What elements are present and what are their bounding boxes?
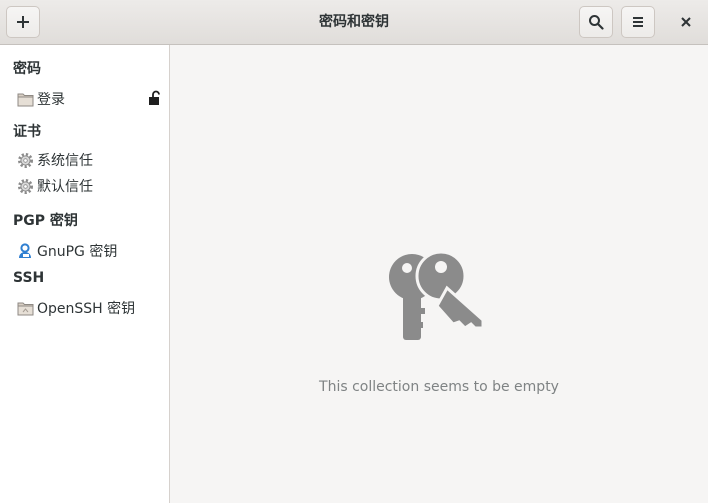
menu-button[interactable] [621,6,655,38]
sidebar: 密码 登录 证书 系统信任 默认信任 PGP 密钥 GnuPG 密钥 SSH O… [0,45,170,503]
sidebar-item-label: 系统信任 [37,153,93,169]
sidebar-item-gnupg[interactable]: GnuPG 密钥 [16,239,162,263]
user-key-icon [16,242,34,260]
gear-icon [16,151,34,169]
close-icon [681,17,691,27]
keys-icon [389,250,485,340]
sidebar-item-label: 登录 [37,92,65,108]
empty-message: This collection seems to be empty [319,379,559,395]
sidebar-item-label: 默认信任 [37,179,93,195]
gear-icon [16,177,34,195]
search-button[interactable] [579,6,613,38]
plus-icon [17,16,29,28]
folder-icon [16,299,34,317]
sidebar-item-login[interactable]: 登录 [16,87,162,111]
close-button[interactable] [672,8,700,36]
sidebar-item-label: GnuPG 密钥 [37,244,118,260]
hamburger-menu-icon [633,17,643,27]
section-title-pgp: PGP 密钥 [13,213,78,229]
lock-icon[interactable] [148,90,162,110]
sidebar-item-system-trust[interactable]: 系统信任 [16,148,162,172]
app-window: 密码和密钥 密码 登录 证书 系统信任 默认信任 PGP 密钥 GnuPG 密钥… [0,0,708,503]
sidebar-item-default-trust[interactable]: 默认信任 [16,174,162,198]
section-title-passwords: 密码 [13,61,41,77]
main-content: This collection seems to be empty [170,45,708,503]
section-title-certificates: 证书 [13,124,41,140]
sidebar-item-openssh[interactable]: OpenSSH 密钥 [16,296,162,320]
header-bar: 密码和密钥 [0,0,708,45]
folder-icon [16,90,34,108]
section-title-ssh: SSH [13,270,45,286]
search-icon [589,15,604,30]
add-button[interactable] [6,6,40,38]
sidebar-item-label: OpenSSH 密钥 [37,301,136,317]
